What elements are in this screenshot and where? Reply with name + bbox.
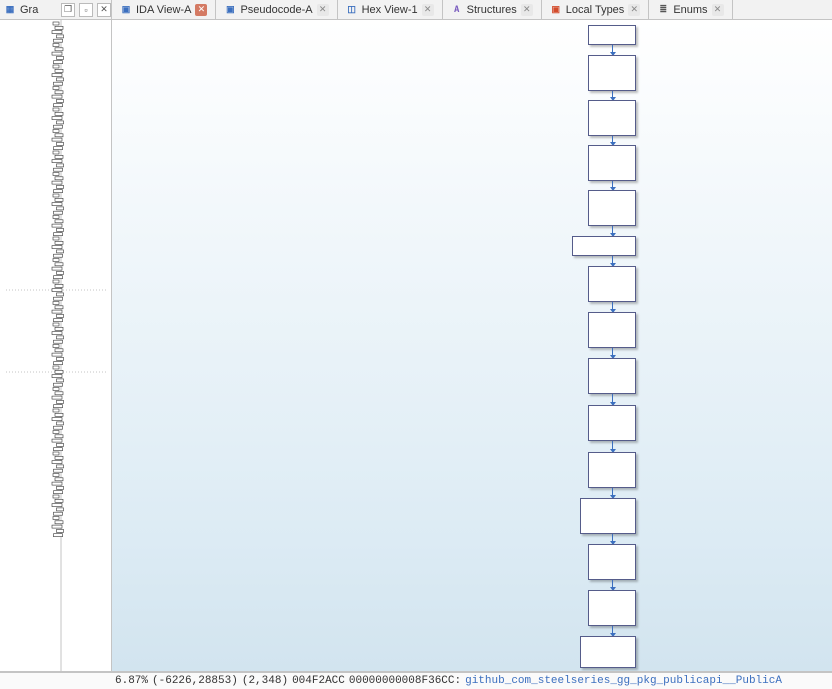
tab-structures[interactable]: A Structures ✕ (443, 0, 542, 19)
tab-enums[interactable]: ≣ Enums ✕ (649, 0, 732, 19)
graph-edge (612, 441, 613, 450)
graph-node[interactable] (588, 266, 636, 302)
overview-minimap (0, 20, 112, 671)
close-icon[interactable]: ✕ (628, 4, 640, 16)
overview-tab-label: Gra (20, 4, 38, 16)
graph-node[interactable] (580, 498, 636, 534)
graph-node[interactable] (588, 452, 636, 488)
status-symbol: github_com_steelseries_gg_pkg_publicapi_… (463, 675, 784, 687)
graph-node[interactable] (588, 544, 636, 580)
graph-node[interactable] (588, 25, 636, 45)
graph-edge (612, 534, 613, 542)
tab-label: Enums (673, 4, 707, 16)
status-zoom: 6.87% (113, 675, 150, 687)
tab-hex-view[interactable]: ◫ Hex View-1 ✕ (338, 0, 443, 19)
ida-graph-view[interactable] (112, 20, 832, 671)
overview-close-button[interactable]: ✕ (97, 3, 111, 17)
enums-icon: ≣ (657, 4, 669, 16)
close-icon[interactable]: ✕ (712, 4, 724, 16)
tab-ida-view[interactable]: ▣ IDA View-A ✕ (112, 0, 216, 19)
graph-edge (612, 136, 613, 143)
close-icon[interactable]: ✕ (422, 4, 434, 16)
local-types-icon: ▣ (550, 4, 562, 16)
graph-edge (612, 256, 613, 264)
main-panel (0, 20, 832, 672)
graph-edge (612, 348, 613, 356)
graph-node[interactable] (588, 145, 636, 181)
close-icon[interactable]: ✕ (521, 4, 533, 16)
status-coords2: (2,348) (240, 675, 290, 687)
graph-node[interactable] (572, 236, 636, 256)
overview-tab-segment: ▦ Gra ❐ ▫ ✕ (0, 0, 112, 19)
close-icon[interactable]: ✕ (195, 4, 207, 16)
tab-label: Hex View-1 (362, 4, 418, 16)
graph-node[interactable] (580, 636, 636, 668)
graph-node[interactable] (588, 358, 636, 394)
tab-label: Pseudocode-A (240, 4, 312, 16)
status-address: 00000000008F36CC: (347, 675, 463, 687)
graph-edge (612, 226, 613, 234)
graph-edge (612, 580, 613, 588)
status-offset: 004F2ACC (290, 675, 347, 687)
tab-label: Local Types (566, 4, 625, 16)
graph-edge (612, 394, 613, 403)
status-bar: 6.87% (-6226,28853) (2,348) 004F2ACC 000… (0, 672, 832, 689)
graph-edge (612, 91, 613, 98)
graph-overview-panel[interactable] (0, 20, 112, 671)
graph-edge (612, 181, 613, 188)
tab-bar: ▦ Gra ❐ ▫ ✕ ▣ IDA View-A ✕ ▣ Pseudocode-… (0, 0, 832, 20)
graph-edge (612, 302, 613, 310)
tab-label: Structures (467, 4, 517, 16)
graph-edge (612, 488, 613, 496)
graph-node[interactable] (588, 100, 636, 136)
graph-edge (612, 45, 613, 53)
graph-node[interactable] (588, 405, 636, 441)
graph-node[interactable] (588, 55, 636, 91)
overview-restore-button[interactable]: ❐ (61, 3, 75, 17)
graph-edge (612, 626, 613, 634)
hex-icon: ◫ (346, 4, 358, 16)
status-coords1: (-6226,28853) (150, 675, 240, 687)
ida-icon: ▣ (120, 4, 132, 16)
overview-pin-button[interactable]: ▫ (79, 3, 93, 17)
struct-icon: A (451, 4, 463, 16)
graph-node[interactable] (588, 190, 636, 226)
pseudocode-icon: ▣ (224, 4, 236, 16)
close-icon[interactable]: ✕ (317, 4, 329, 16)
graph-node[interactable] (588, 590, 636, 626)
graph-overview-icon: ▦ (4, 4, 16, 16)
graph-node[interactable] (588, 312, 636, 348)
tab-pseudocode[interactable]: ▣ Pseudocode-A ✕ (216, 0, 337, 19)
tab-label: IDA View-A (136, 4, 191, 16)
tab-local-types[interactable]: ▣ Local Types ✕ (542, 0, 650, 19)
